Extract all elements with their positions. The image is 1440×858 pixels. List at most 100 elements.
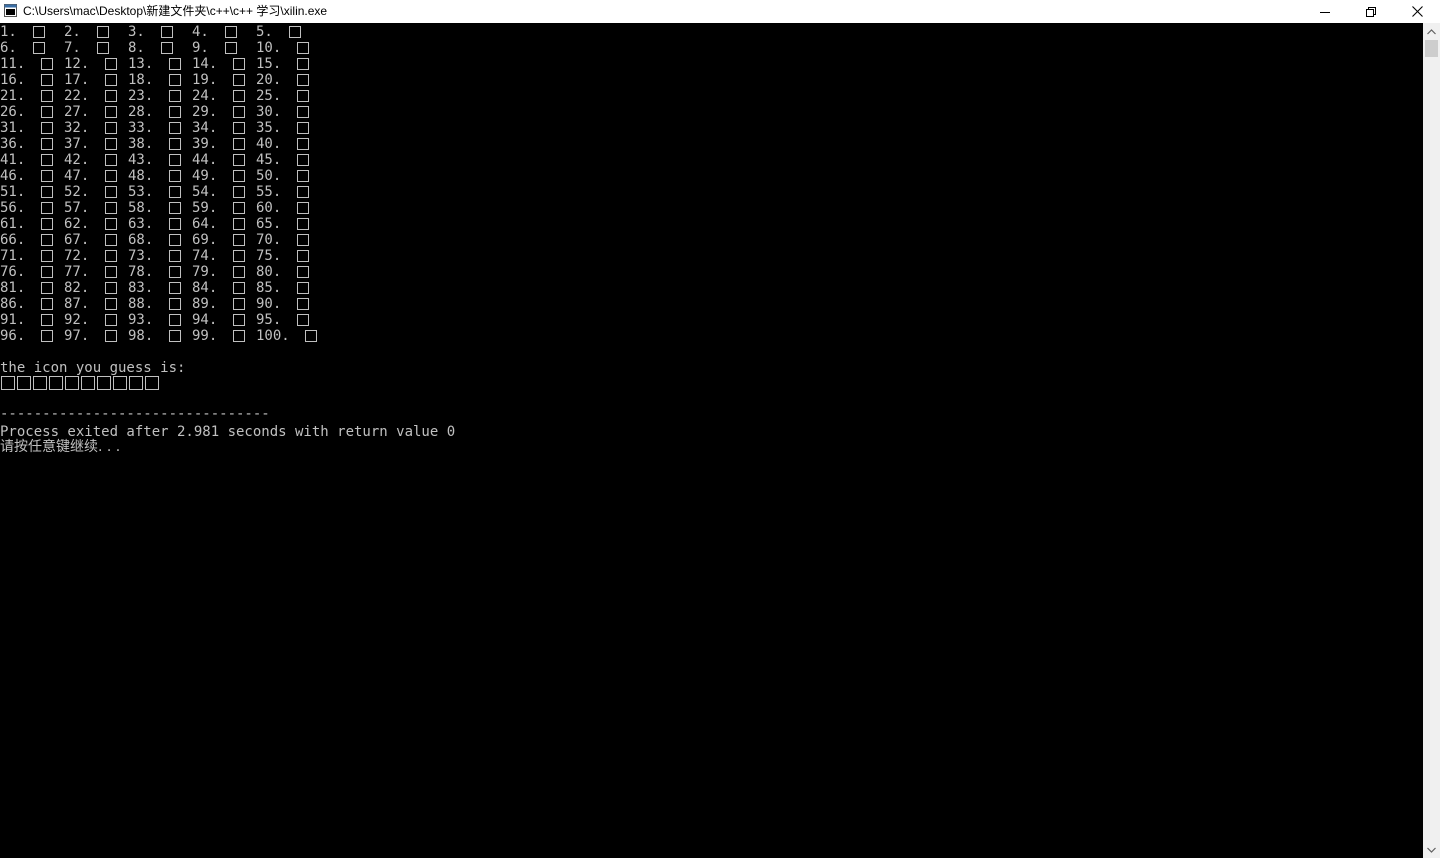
square-glyph-icon bbox=[297, 106, 309, 118]
square-glyph-icon bbox=[297, 250, 309, 262]
grid-cell-number: 43. bbox=[128, 152, 154, 168]
grid-cell-number: 86. bbox=[0, 296, 26, 312]
grid-cell-number: 46. bbox=[0, 168, 26, 184]
console-app-icon bbox=[4, 4, 17, 17]
minimize-icon bbox=[1320, 11, 1330, 13]
grid-cell-number: 48. bbox=[128, 168, 154, 184]
grid-cell-number: 3. bbox=[128, 24, 145, 40]
grid-row: 91. 92. 93. 94. 95. bbox=[0, 312, 420, 328]
square-glyph-icon bbox=[105, 202, 117, 214]
grid-cell-number: 29. bbox=[192, 104, 218, 120]
scroll-thumb[interactable] bbox=[1425, 40, 1438, 57]
grid-cell-number: 96. bbox=[0, 328, 26, 344]
grid-cell-number: 12. bbox=[64, 56, 90, 72]
grid-cell-number: 33. bbox=[128, 120, 154, 136]
grid-cell-number: 15. bbox=[256, 56, 282, 72]
grid-cell-number: 72. bbox=[64, 248, 90, 264]
vertical-scrollbar[interactable] bbox=[1423, 23, 1440, 858]
scroll-down-button[interactable] bbox=[1423, 841, 1440, 858]
square-glyph-icon bbox=[233, 170, 245, 182]
grid-cell-number: 35. bbox=[256, 120, 282, 136]
grid-cell-number: 23. bbox=[128, 88, 154, 104]
square-glyph-icon bbox=[233, 282, 245, 294]
square-glyph-icon bbox=[297, 314, 309, 326]
minimize-button[interactable] bbox=[1302, 0, 1348, 23]
square-glyph-icon bbox=[105, 90, 117, 102]
grid-cell-number: 71. bbox=[0, 248, 26, 264]
square-glyph-icon bbox=[225, 42, 237, 54]
square-glyph-icon bbox=[129, 376, 143, 390]
console-output[interactable]: 1. 2. 3. 4. 5. 6. 7. 8. 9. 10. 11. 12. 13. 14. 15. 16. 1… bbox=[0, 23, 1423, 858]
square-glyph-icon bbox=[105, 250, 117, 262]
grid-cell-number: 74. bbox=[192, 248, 218, 264]
grid-cell-number: 31. bbox=[0, 120, 26, 136]
continue-prompt: 请按任意键继续. . . bbox=[0, 439, 121, 455]
square-glyph-icon bbox=[297, 154, 309, 166]
grid-cell-number: 50. bbox=[256, 168, 282, 184]
grid-cell-number: 87. bbox=[64, 296, 90, 312]
square-glyph-icon bbox=[169, 58, 181, 70]
square-glyph-icon bbox=[297, 234, 309, 246]
grid-cell-number: 32. bbox=[64, 120, 90, 136]
square-glyph-icon bbox=[233, 74, 245, 86]
square-glyph-icon bbox=[105, 122, 117, 134]
grid-cell-number: 13. bbox=[128, 56, 154, 72]
close-button[interactable] bbox=[1394, 0, 1440, 23]
title-bar[interactable]: C:\Users\mac\Desktop\新建文件夹\c++\c++ 学习\xi… bbox=[0, 0, 1440, 23]
square-glyph-icon bbox=[161, 42, 173, 54]
window-title: C:\Users\mac\Desktop\新建文件夹\c++\c++ 学习\xi… bbox=[23, 4, 328, 18]
grid-cell-number: 17. bbox=[64, 72, 90, 88]
grid-cell-number: 44. bbox=[192, 152, 218, 168]
grid-cell-number: 64. bbox=[192, 216, 218, 232]
grid-cell-number: 88. bbox=[128, 296, 154, 312]
grid-cell-number: 28. bbox=[128, 104, 154, 120]
square-glyph-icon bbox=[105, 298, 117, 310]
grid-cell-number: 73. bbox=[128, 248, 154, 264]
chevron-down-icon bbox=[1427, 847, 1436, 853]
scroll-up-button[interactable] bbox=[1423, 23, 1440, 40]
grid-cell-number: 99. bbox=[192, 328, 218, 344]
square-glyph-icon bbox=[233, 330, 245, 342]
grid-cell-number: 59. bbox=[192, 200, 218, 216]
square-glyph-icon bbox=[169, 266, 181, 278]
square-glyph-icon bbox=[297, 218, 309, 230]
square-glyph-icon bbox=[33, 26, 45, 38]
square-glyph-icon bbox=[297, 122, 309, 134]
square-glyph-icon bbox=[105, 282, 117, 294]
grid-cell-number: 63. bbox=[128, 216, 154, 232]
square-glyph-icon bbox=[105, 314, 117, 326]
square-glyph-icon bbox=[169, 154, 181, 166]
maximize-icon bbox=[1366, 6, 1376, 17]
square-glyph-icon bbox=[41, 266, 53, 278]
square-glyph-icon bbox=[105, 186, 117, 198]
grid-row: 76. 77. 78. 79. 80. bbox=[0, 264, 420, 280]
square-glyph-icon bbox=[297, 138, 309, 150]
restore-button[interactable] bbox=[1348, 0, 1394, 23]
square-glyph-icon bbox=[41, 106, 53, 118]
grid-cell-number: 80. bbox=[256, 264, 282, 280]
grid-cell-number: 89. bbox=[192, 296, 218, 312]
square-glyph-icon bbox=[233, 106, 245, 118]
square-glyph-icon bbox=[65, 376, 79, 390]
grid-cell-number: 53. bbox=[128, 184, 154, 200]
grid-cell-number: 9. bbox=[192, 40, 209, 56]
square-glyph-icon bbox=[97, 26, 109, 38]
grid-cell-number: 4. bbox=[192, 24, 209, 40]
square-glyph-icon bbox=[233, 122, 245, 134]
grid-cell-number: 60. bbox=[256, 200, 282, 216]
square-glyph-icon bbox=[41, 170, 53, 182]
square-glyph-icon bbox=[169, 330, 181, 342]
grid-cell-number: 83. bbox=[128, 280, 154, 296]
square-glyph-icon bbox=[297, 58, 309, 70]
square-glyph-icon bbox=[81, 376, 95, 390]
grid-cell-number: 34. bbox=[192, 120, 218, 136]
grid-cell-number: 77. bbox=[64, 264, 90, 280]
grid-cell-number: 20. bbox=[256, 72, 282, 88]
square-glyph-icon bbox=[169, 106, 181, 118]
grid-cell-number: 5. bbox=[256, 24, 273, 40]
grid-cell-number: 82. bbox=[64, 280, 90, 296]
grid-row: 6. 7. 8. 9. 10. bbox=[0, 40, 420, 56]
square-glyph-icon bbox=[169, 138, 181, 150]
square-glyph-icon bbox=[297, 282, 309, 294]
grid-cell-number: 67. bbox=[64, 232, 90, 248]
